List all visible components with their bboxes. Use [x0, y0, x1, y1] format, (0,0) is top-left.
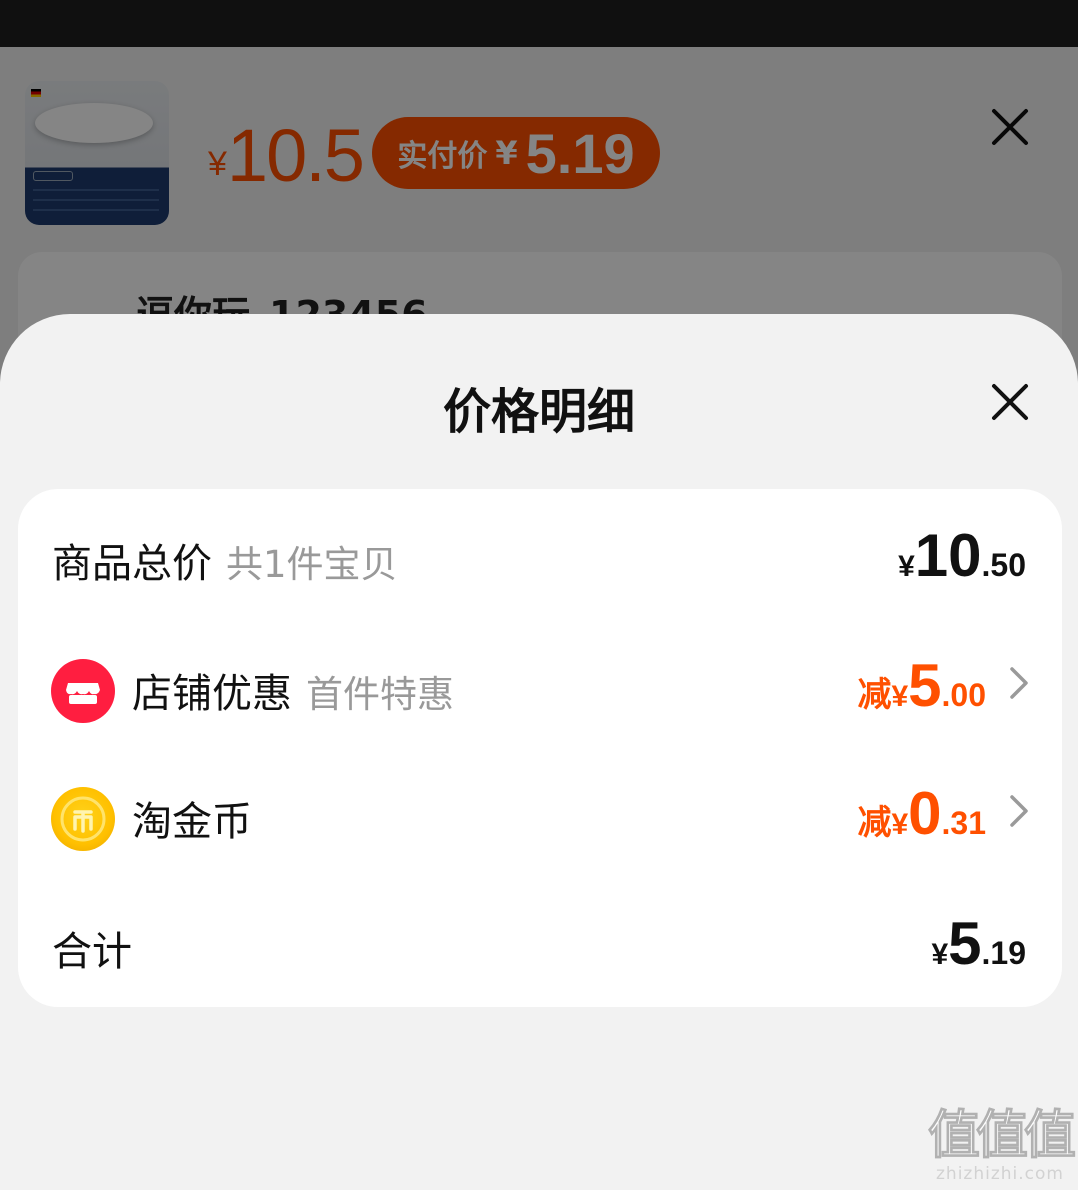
price-detail-card: 商品总价 共1件宝贝 ¥10.50 店铺优惠 首件特惠 减¥5.00 淘金币 减… — [18, 489, 1062, 1007]
goods-total-amount: ¥10.50 — [898, 522, 1026, 589]
grand-total-row: 合计 ¥5.19 — [18, 897, 1062, 987]
goods-total-label: 商品总价 — [52, 541, 212, 587]
coin-icon — [51, 787, 115, 851]
goods-total-row: 商品总价 共1件宝贝 ¥10.50 — [18, 509, 1062, 599]
shop-discount-amount: 减¥5.00 — [857, 652, 986, 719]
coin-discount-amount: 减¥0.31 — [857, 780, 986, 847]
shop-icon — [51, 659, 115, 723]
coin-discount-row[interactable]: 淘金币 减¥0.31 — [18, 767, 1062, 857]
site-watermark: 值值值 zhizhizhi.com — [927, 1106, 1076, 1185]
shop-discount-row[interactable]: 店铺优惠 首件特惠 减¥5.00 — [18, 639, 1062, 729]
chevron-right-icon[interactable] — [1004, 791, 1034, 831]
grand-total-amount: ¥5.19 — [931, 910, 1026, 977]
close-icon[interactable] — [990, 382, 1030, 422]
grand-total-label: 合计 — [52, 929, 132, 975]
sheet-title: 价格明细 — [442, 384, 635, 440]
first-item-deal: 首件特惠 — [306, 673, 454, 716]
chevron-right-icon[interactable] — [1004, 663, 1034, 703]
coin-label: 淘金币 — [132, 799, 252, 845]
shop-discount-label: 店铺优惠 — [132, 671, 292, 717]
price-detail-sheet: 价格明细 商品总价 共1件宝贝 ¥10.50 店铺优惠 首件特惠 减¥5.00 … — [0, 314, 1078, 1190]
item-count: 共1件宝贝 — [226, 543, 398, 586]
